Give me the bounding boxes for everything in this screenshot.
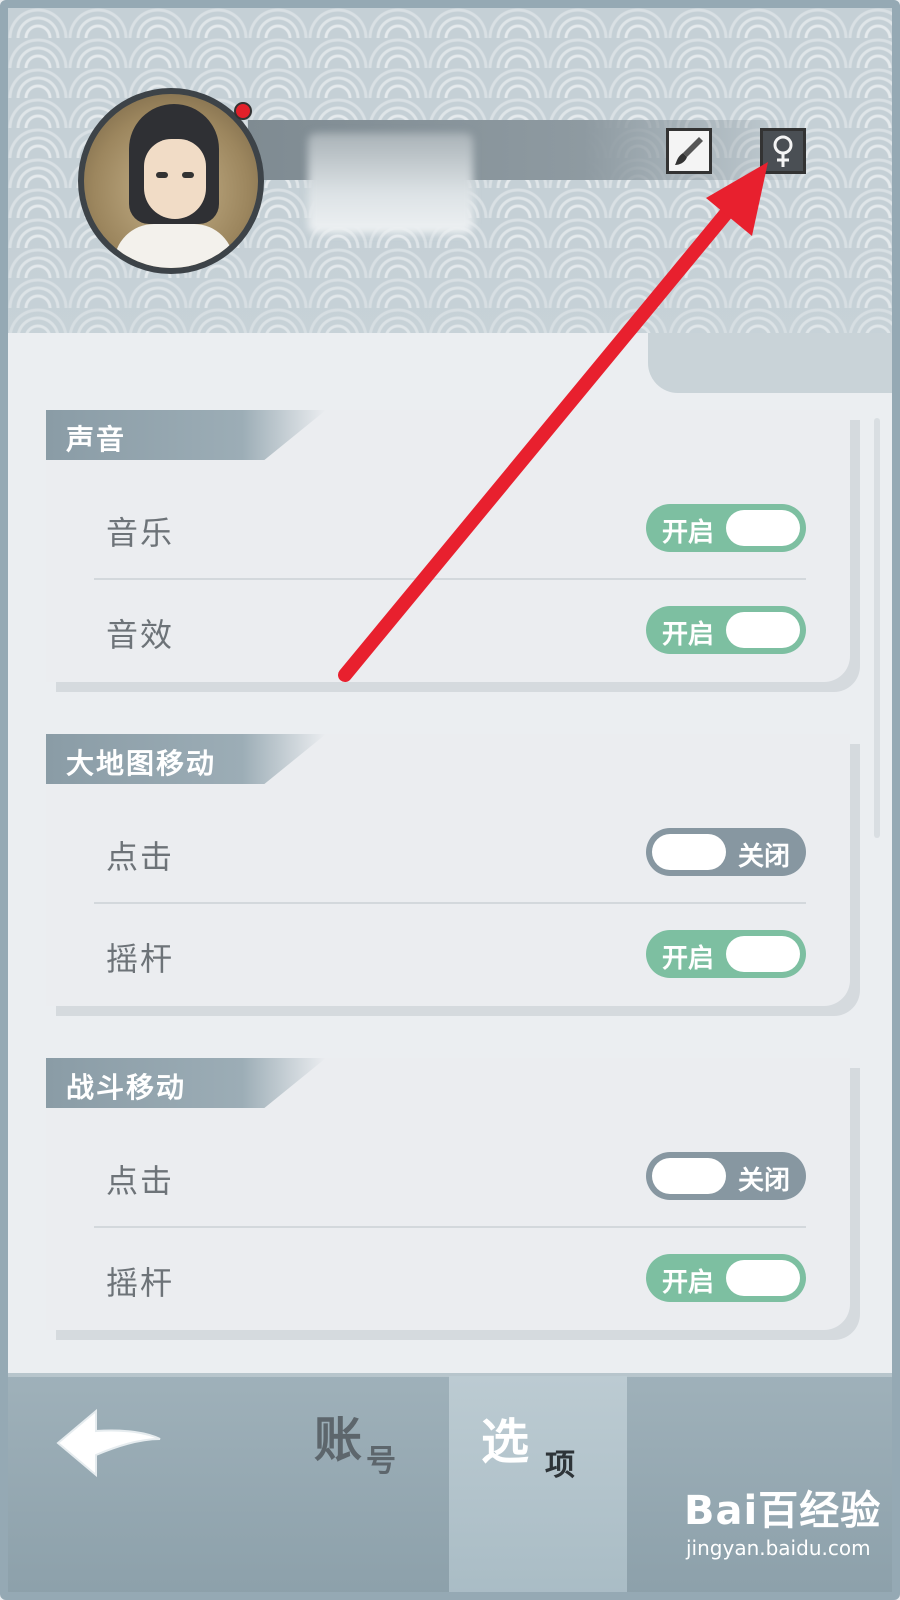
toggle-text: 开启 (662, 620, 715, 650)
tab-label-sub: 项 (545, 1448, 575, 1483)
toggle-sfx[interactable]: 开启 (646, 606, 806, 654)
brush-icon (675, 137, 703, 165)
tab-label-main: 账 (314, 1412, 363, 1468)
female-symbol-icon (773, 135, 793, 167)
toggle-knob (726, 612, 800, 648)
toggle-battle-joystick[interactable]: 开启 (646, 1254, 806, 1302)
row-label-battle-tap: 点击 (106, 1162, 175, 1200)
tab-options[interactable]: 选 项 (449, 1376, 627, 1592)
watermark-url: jingyan.baidu.com (686, 1536, 871, 1560)
toggle-knob (652, 834, 726, 870)
toggle-text: 开启 (662, 518, 715, 548)
toggle-knob (726, 510, 800, 546)
avatar-robe (114, 224, 234, 268)
toggle-text: 开启 (662, 944, 715, 974)
row-label-map-tap: 点击 (106, 838, 175, 876)
scrollbar[interactable] (874, 418, 880, 838)
section-title: 战斗移动 (66, 1071, 187, 1104)
row-divider (94, 578, 806, 580)
row-divider (94, 902, 806, 904)
toggle-text: 关闭 (737, 842, 790, 872)
section-title: 声音 (66, 423, 127, 456)
row-divider (94, 1226, 806, 1228)
notification-dot (234, 102, 252, 120)
row-label-map-joystick: 摇杆 (106, 940, 175, 978)
toggle-text: 开启 (662, 1268, 715, 1298)
section-title: 大地图移动 (66, 747, 217, 780)
tab-label-sub: 号 (366, 1444, 396, 1479)
avatar-eye-right (182, 172, 194, 178)
tab-label-main: 选 (481, 1414, 530, 1470)
settings-screen: 声音 音乐 开启 音效 开启 大地图移动 点击 关闭 摇杆 开启 战斗移动 点击 (0, 0, 900, 1600)
toggle-battle-tap[interactable]: 关闭 (646, 1152, 806, 1200)
gender-button[interactable] (760, 128, 806, 174)
toggle-knob (726, 1260, 800, 1296)
tab-account[interactable]: 账 号 (288, 1376, 448, 1592)
edit-profile-button[interactable] (666, 128, 712, 174)
row-label-battle-joystick: 摇杆 (106, 1264, 175, 1302)
avatar-eye-left (156, 172, 168, 178)
toggle-knob (652, 1158, 726, 1194)
back-arrow-icon (56, 1408, 161, 1478)
baidu-jingyan-watermark: Bai百经验 jingyan.baidu.com (684, 1478, 892, 1592)
avatar-face (144, 139, 206, 219)
player-name-redacted (308, 133, 473, 233)
section-world-map-movement: 大地图移动 点击 关闭 摇杆 开启 (46, 734, 850, 1006)
toggle-map-joystick[interactable]: 开启 (646, 930, 806, 978)
toggle-knob (726, 936, 800, 972)
row-label-music: 音乐 (106, 514, 175, 552)
toggle-map-tap[interactable]: 关闭 (646, 828, 806, 876)
row-label-sfx: 音效 (106, 616, 175, 654)
toggle-music[interactable]: 开启 (646, 504, 806, 552)
watermark-logo: Bai百经验 (684, 1488, 882, 1534)
section-sound: 声音 音乐 开启 音效 开启 (46, 410, 850, 682)
toggle-text: 关闭 (737, 1166, 790, 1196)
section-battle-movement: 战斗移动 点击 关闭 摇杆 开启 (46, 1058, 850, 1330)
content-notch (648, 333, 892, 393)
back-button[interactable] (48, 1403, 163, 1483)
